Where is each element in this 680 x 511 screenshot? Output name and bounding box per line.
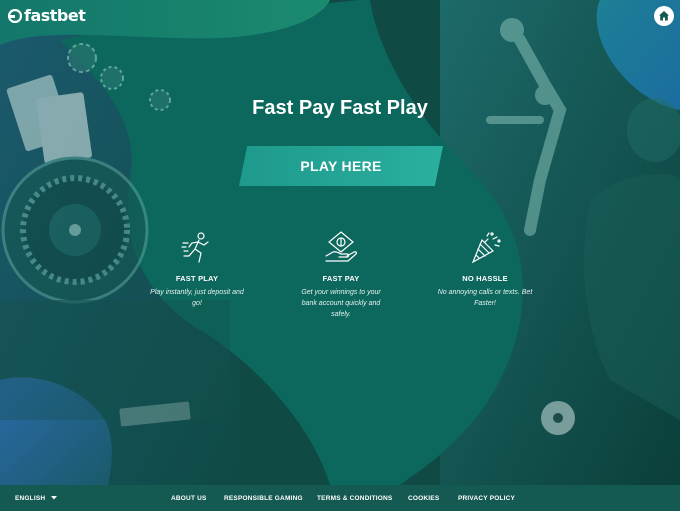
brand-name: fastbet [24,6,86,25]
footer-link-terms-conditions[interactable]: TERMS & CONDITIONS [317,485,392,511]
footer-link-privacy-policy[interactable]: PRIVACY POLICY [458,485,515,511]
play-here-button[interactable]: PLAY HERE [239,146,443,186]
footer-link-cookies[interactable]: COOKIES [408,485,439,511]
feature-description: No annoying calls or texts. Bet Faster! [437,289,533,307]
feature-title: NO HASSLE [462,274,508,283]
feature-title: FAST PLAY [175,274,219,283]
soccer-ball [541,401,575,435]
money-hand-icon [325,231,357,262]
feature-fast-play: FAST PLAY Play instantly, just deposit a… [137,230,257,309]
feature-description: Get your winnings to your bank account q… [301,289,381,318]
runner-icon [181,232,209,263]
brand-logo[interactable]: fastbet [8,6,86,25]
caret-down-icon [51,496,58,500]
hero-section: fastbet Fast Pay Fast Play PLAY HERE FAS… [0,0,680,485]
footer-link-about-us[interactable]: ABOUT US [171,485,207,511]
footer-link-responsible-gaming[interactable]: RESPONSIBLE GAMING [224,485,303,511]
fastbet-logo-icon [8,8,22,23]
feature-no-hassle: NO HASSLE No annoying calls or texts. Be… [425,230,545,309]
home-button[interactable] [654,6,674,26]
feature-description: Play instantly, just deposit and go! [150,289,244,307]
feature-fast-pay: FAST PAY Get your winnings to your bank … [281,230,401,320]
party-popper-icon [471,232,501,264]
roulette-wheel [1,156,149,304]
feature-title: FAST PAY [322,274,360,283]
play-button-label: PLAY HERE [300,158,382,174]
footer: ENGLISH ABOUT US RESPONSIBLE GAMING TERM… [0,485,680,511]
home-icon [659,11,669,21]
language-label: ENGLISH [15,494,46,502]
hero-headline: Fast Pay Fast Play [252,97,428,119]
language-selector[interactable]: ENGLISH [15,485,58,511]
